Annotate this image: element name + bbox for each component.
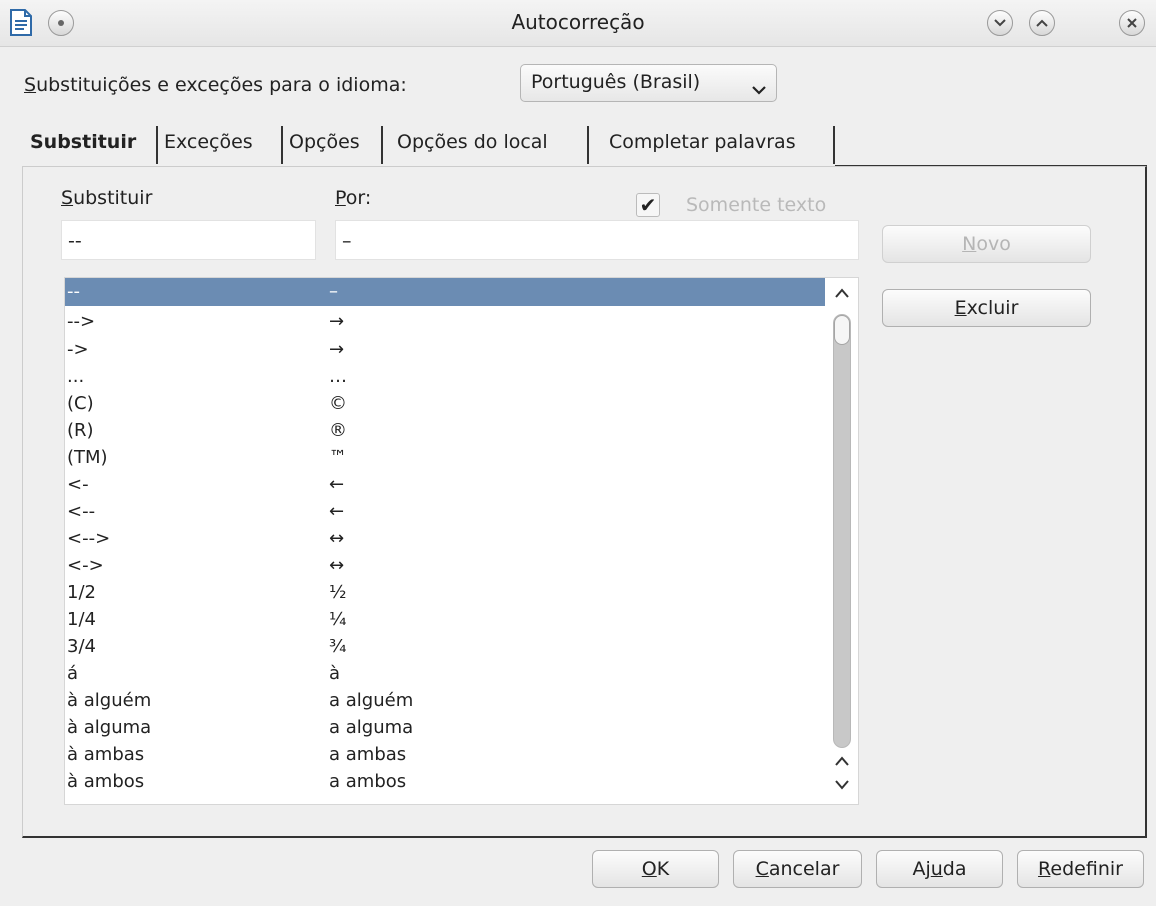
language-select-value: Português (Brasil) [531,71,701,93]
scroll-up-icon[interactable] [834,754,850,770]
list-item[interactable]: à ambos a ambos [65,768,825,796]
reset-button[interactable]: Redefinir [1017,850,1144,888]
ok-button[interactable]: OK [592,850,719,888]
maximize-icon[interactable] [1029,10,1055,36]
language-select[interactable]: Português (Brasil) [520,64,777,102]
list-item[interactable]: 1/2 ½ [65,579,825,607]
scroll-up-icon[interactable] [834,286,850,302]
list-item[interactable]: áà [65,660,825,688]
chevron-down-icon [752,78,766,100]
list-item[interactable]: <--> ↔ [65,525,825,553]
replacement-list[interactable]: -- – --> → -> → ...… (C) © (R) ® (TM) ™ <- ← <-… [64,277,859,805]
cancel-button[interactable]: Cancelar [733,850,862,888]
list-item[interactable]: -> → [65,336,825,364]
help-button[interactable]: Ajuda [876,850,1003,888]
tab-divider [281,126,283,164]
list-item[interactable]: à ambas a ambas [65,741,825,769]
list-item[interactable]: <- ← [65,471,825,499]
list-item[interactable]: (TM) ™ [65,444,825,472]
replace-label: Substituir [61,187,153,209]
scroll-track[interactable] [833,314,851,748]
scroll-thumb[interactable] [834,315,850,345]
list-item[interactable]: -- – [65,278,825,306]
list-scrollbar[interactable] [825,278,858,804]
tab-excecoes[interactable]: Exceções [164,131,253,153]
text-only-checkbox[interactable]: ✔ [636,193,660,217]
new-button[interactable]: Novo [882,225,1091,263]
list-item[interactable]: ...… [65,363,825,391]
list-item[interactable]: (C) © [65,390,825,418]
title-bar: Autocorreção [0,0,1156,47]
list-item[interactable]: à alguma a alguma [65,714,825,742]
tab-divider [833,126,835,164]
list-item[interactable]: 1/4 ¼ [65,606,825,634]
list-item[interactable]: (R) ® [65,417,825,445]
tab-completar-palavras[interactable]: Completar palavras [609,131,796,153]
text-only-label: Somente texto [686,194,827,216]
replace-input[interactable]: -- [61,220,316,260]
list-item[interactable]: <-> ↔ [65,552,825,580]
tab-divider [381,126,383,164]
tab-substituir[interactable]: Substituir [30,131,136,153]
with-label: Por: [335,187,372,209]
list-item[interactable]: <-- ← [65,498,825,526]
with-input[interactable]: – [335,220,859,260]
tab-opcoes-do-local[interactable]: Opções do local [397,131,548,153]
minimize-icon[interactable] [987,10,1013,36]
list-item[interactable]: --> → [65,308,825,336]
list-item[interactable]: 3/4 ¾ [65,633,825,661]
list-item[interactable]: à alguém a alguém [65,687,825,715]
delete-button[interactable]: Excluir [882,289,1091,327]
scroll-down-icon[interactable] [834,778,850,794]
language-label: Substituições e exceções para o idioma: [24,74,407,96]
close-icon[interactable] [1119,10,1145,36]
tab-divider [156,126,158,164]
tab-divider [587,126,589,164]
tab-opcoes[interactable]: Opções [289,131,360,153]
window-title: Autocorreção [511,10,645,34]
